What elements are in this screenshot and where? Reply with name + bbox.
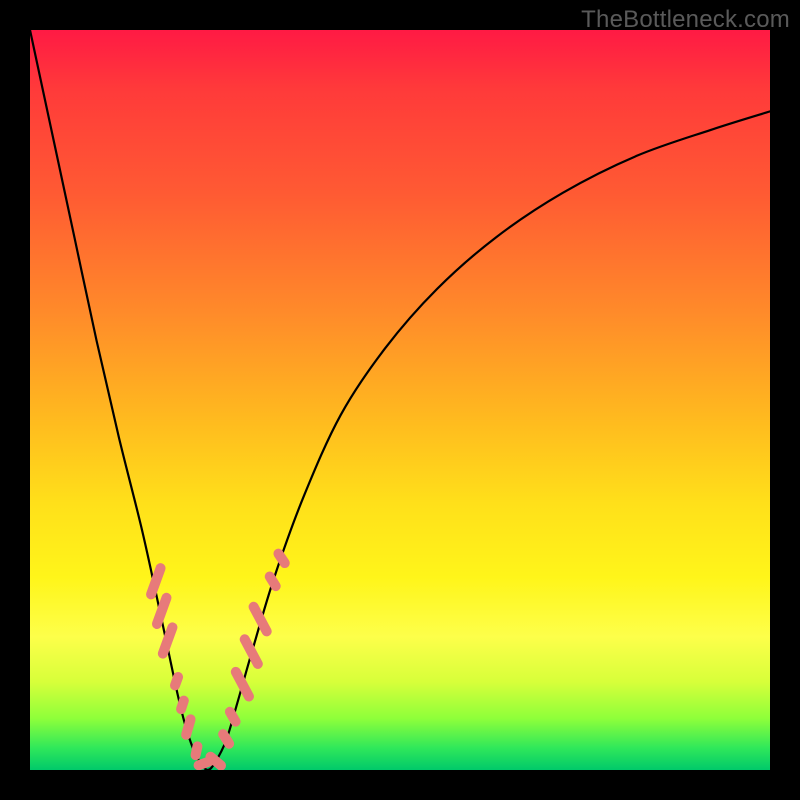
curve-marker (263, 570, 283, 593)
curve-marker (169, 671, 185, 692)
curve-marker (229, 665, 256, 703)
curve-marker (223, 705, 242, 728)
curve-marker (247, 600, 274, 638)
chart-frame: TheBottleneck.com (0, 0, 800, 800)
chart-plot-area (30, 30, 770, 770)
curve-marker (271, 547, 291, 570)
curve-markers (145, 547, 292, 770)
chart-svg (30, 30, 770, 770)
watermark-text: TheBottleneck.com (581, 6, 790, 34)
curve-marker (175, 694, 190, 715)
curve-marker (238, 633, 265, 671)
curve-marker (216, 727, 236, 750)
bottleneck-curve (30, 30, 770, 770)
